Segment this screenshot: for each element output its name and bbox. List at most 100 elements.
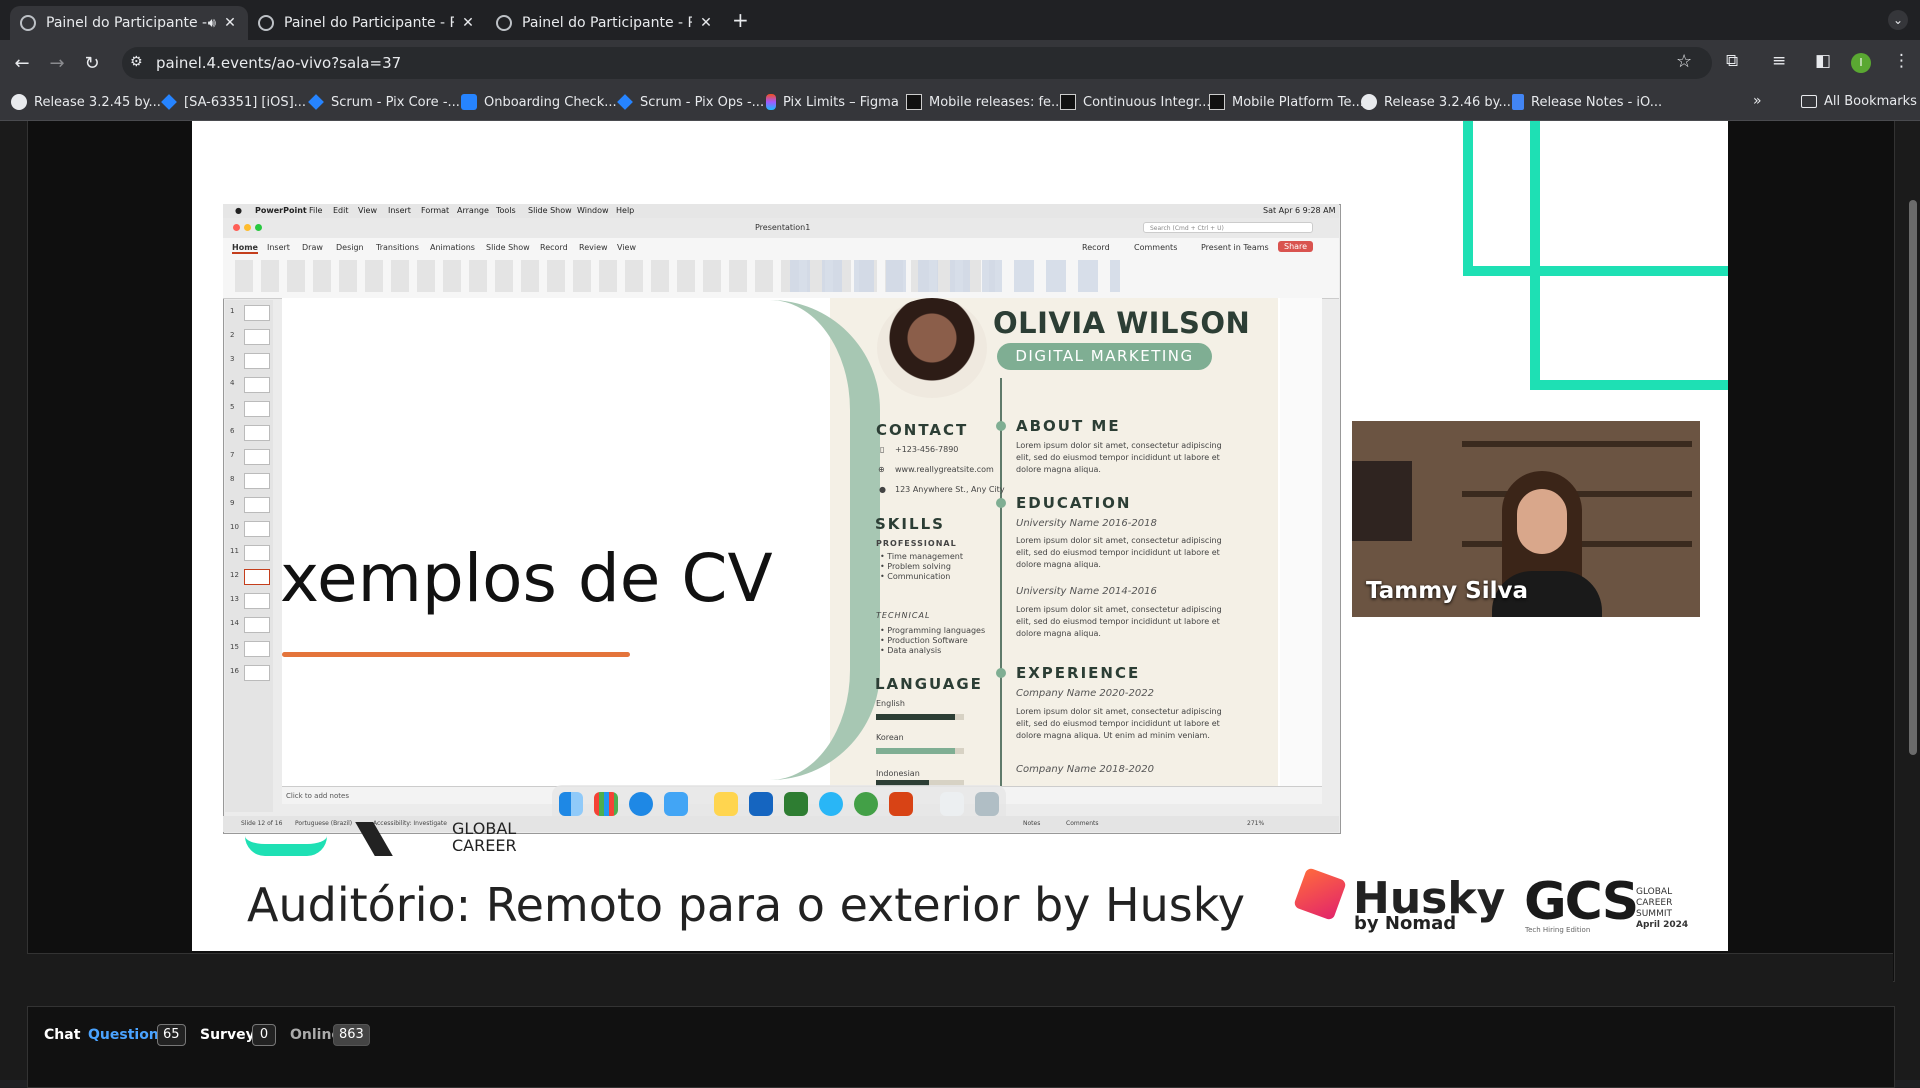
maximize-icon	[255, 224, 262, 231]
page-scrollbar[interactable]	[1909, 200, 1917, 755]
slide-thumbnail[interactable]	[244, 665, 270, 681]
docs-icon	[1512, 94, 1524, 110]
site-info-icon[interactable]: ⚙︎	[130, 54, 143, 70]
slide-thumbnail[interactable]	[244, 545, 270, 561]
close-icon[interactable]: ✕	[698, 15, 714, 31]
language-bar	[876, 748, 955, 754]
resume-list-item: • Communication	[880, 572, 951, 581]
bookmark-item[interactable]: Release 3.2.46 by...	[1361, 94, 1511, 110]
resume-address: 123 Anywhere St., Any City	[895, 485, 1005, 494]
confluence-icon	[461, 94, 477, 110]
tab-title: Painel do Participante - Powe	[522, 15, 692, 31]
interaction-panel	[27, 1006, 1895, 1088]
ci-icon	[1209, 94, 1225, 110]
slide-number: 7	[230, 451, 235, 459]
resume-section-title: SKILLS	[875, 515, 945, 533]
tab-1[interactable]: Painel do Participante - P 🔊︎ ✕	[10, 6, 248, 40]
slide-thumbnail[interactable]	[244, 497, 270, 513]
media-control-icon[interactable]: ≡	[1772, 51, 1786, 71]
close-icon[interactable]: ✕	[460, 15, 476, 31]
decor-line	[1530, 121, 1540, 386]
slide-thumbnail[interactable]	[244, 329, 270, 345]
slide-margin	[1280, 298, 1322, 786]
bookmark-item[interactable]: Continuous Integr...	[1060, 94, 1211, 110]
slide-number: 13	[230, 595, 239, 603]
ci-icon	[906, 94, 922, 110]
finder-icon	[559, 792, 583, 816]
slide-thumbnail[interactable]	[244, 377, 270, 393]
decor-line	[1463, 266, 1728, 276]
bookmark-item[interactable]: Scrum - Pix Ops -...	[617, 94, 764, 110]
resume-section-title: CONTACT	[876, 421, 969, 439]
slide-thumbnail[interactable]	[244, 569, 270, 585]
reload-icon[interactable]: ↻	[80, 52, 104, 76]
speaker-icon[interactable]: 🔊︎	[208, 16, 216, 31]
gcs-edition: Tech Hiring Edition	[1525, 926, 1591, 934]
chevron-double-right-icon[interactable]: »	[1753, 93, 1762, 109]
slide-thumbnail[interactable]	[244, 641, 270, 657]
slide-thumbnail[interactable]	[244, 353, 270, 369]
profile-avatar[interactable]: I	[1851, 53, 1871, 73]
forward-icon[interactable]: →	[45, 52, 69, 76]
minimize-icon	[244, 224, 251, 231]
language-name: Korean	[876, 733, 904, 742]
slide-thumbnail[interactable]	[244, 521, 270, 537]
slide-number: 2	[230, 331, 235, 339]
resume-paragraph: Lorem ipsum dolor sit amet, consectetur …	[1016, 441, 1222, 474]
close-icon[interactable]: ✕	[222, 15, 238, 31]
resume-name: OLIVIA WILSON	[993, 306, 1251, 340]
whatsapp-icon	[854, 792, 878, 816]
resume-entry-title: Company Name 2020-2022	[1016, 688, 1154, 699]
global-career-label: GLOBAL CAREER	[452, 819, 517, 855]
excel-icon	[784, 792, 808, 816]
bookmark-item[interactable]: Onboarding Check...	[461, 94, 617, 110]
all-bookmarks[interactable]: All Bookmarks	[1801, 94, 1917, 109]
globe-icon	[258, 15, 274, 31]
slide-number: 6	[230, 427, 235, 435]
ci-icon	[1060, 94, 1076, 110]
tab-search-icon[interactable]: ⌄	[1888, 10, 1908, 30]
extensions-icon[interactable]: ⧉	[1726, 51, 1738, 71]
resume-entry-title: Company Name 2018-2020	[1016, 764, 1154, 775]
slide-thumbnail[interactable]	[244, 617, 270, 633]
resume-entry-title: University Name 2014-2016	[1016, 586, 1157, 597]
globe-icon	[20, 15, 36, 31]
tab-3[interactable]: Painel do Participante - Powe ✕	[486, 6, 724, 40]
resume-phone: +123-456-7890	[895, 445, 959, 454]
location-icon: ●	[879, 485, 886, 494]
back-icon[interactable]: ←	[10, 52, 34, 76]
menu-icon[interactable]: ⋮	[1893, 51, 1910, 71]
slide-number: 14	[230, 619, 239, 627]
slide-thumbnail[interactable]	[244, 305, 270, 321]
bookmark-item[interactable]: Mobile Platform Te...	[1209, 94, 1364, 110]
slide-thumbnail[interactable]	[244, 401, 270, 417]
close-icon	[233, 224, 240, 231]
bookmark-item[interactable]: Release 3.2.45 by...	[11, 94, 161, 110]
resume-section-title: EXPERIENCE	[1016, 664, 1141, 682]
apple-icon: ●	[235, 206, 242, 215]
side-panel-icon[interactable]: ◧	[1815, 51, 1831, 71]
bookmark-item[interactable]: Mobile releases: fe...	[906, 94, 1063, 110]
github-icon	[11, 94, 27, 110]
word-icon	[749, 792, 773, 816]
resume-website: www.reallygreatsite.com	[895, 465, 994, 474]
slide-thumbnail[interactable]	[244, 593, 270, 609]
slide-thumbnail[interactable]	[244, 425, 270, 441]
bookmark-item[interactable]: Scrum - Pix Core -...	[308, 94, 460, 110]
tab-chat[interactable]: Chat	[44, 1027, 80, 1043]
new-tab-button[interactable]: +	[732, 8, 749, 32]
tab-questions[interactable]: Questions	[88, 1027, 167, 1043]
star-icon[interactable]: ☆	[1676, 51, 1692, 72]
slide-number: 8	[230, 475, 235, 483]
slide-thumbnail[interactable]	[244, 449, 270, 465]
slide-thumbnail[interactable]	[244, 473, 270, 489]
speaker-name: Tammy Silva	[1366, 578, 1529, 604]
bookmark-item[interactable]: Pix Limits – Figma	[766, 94, 899, 110]
url-text[interactable]: painel.4.events/ao-vivo?sala=37	[156, 54, 401, 72]
jira-icon	[161, 94, 177, 110]
tab-2[interactable]: Painel do Participante - Powe ✕	[248, 6, 486, 40]
bookmark-item[interactable]: [SA-63351] [iOS]...	[161, 94, 306, 110]
jira-icon	[617, 94, 633, 110]
slide-underline	[282, 652, 630, 657]
bookmark-item[interactable]: Release Notes - iO...	[1512, 94, 1662, 110]
